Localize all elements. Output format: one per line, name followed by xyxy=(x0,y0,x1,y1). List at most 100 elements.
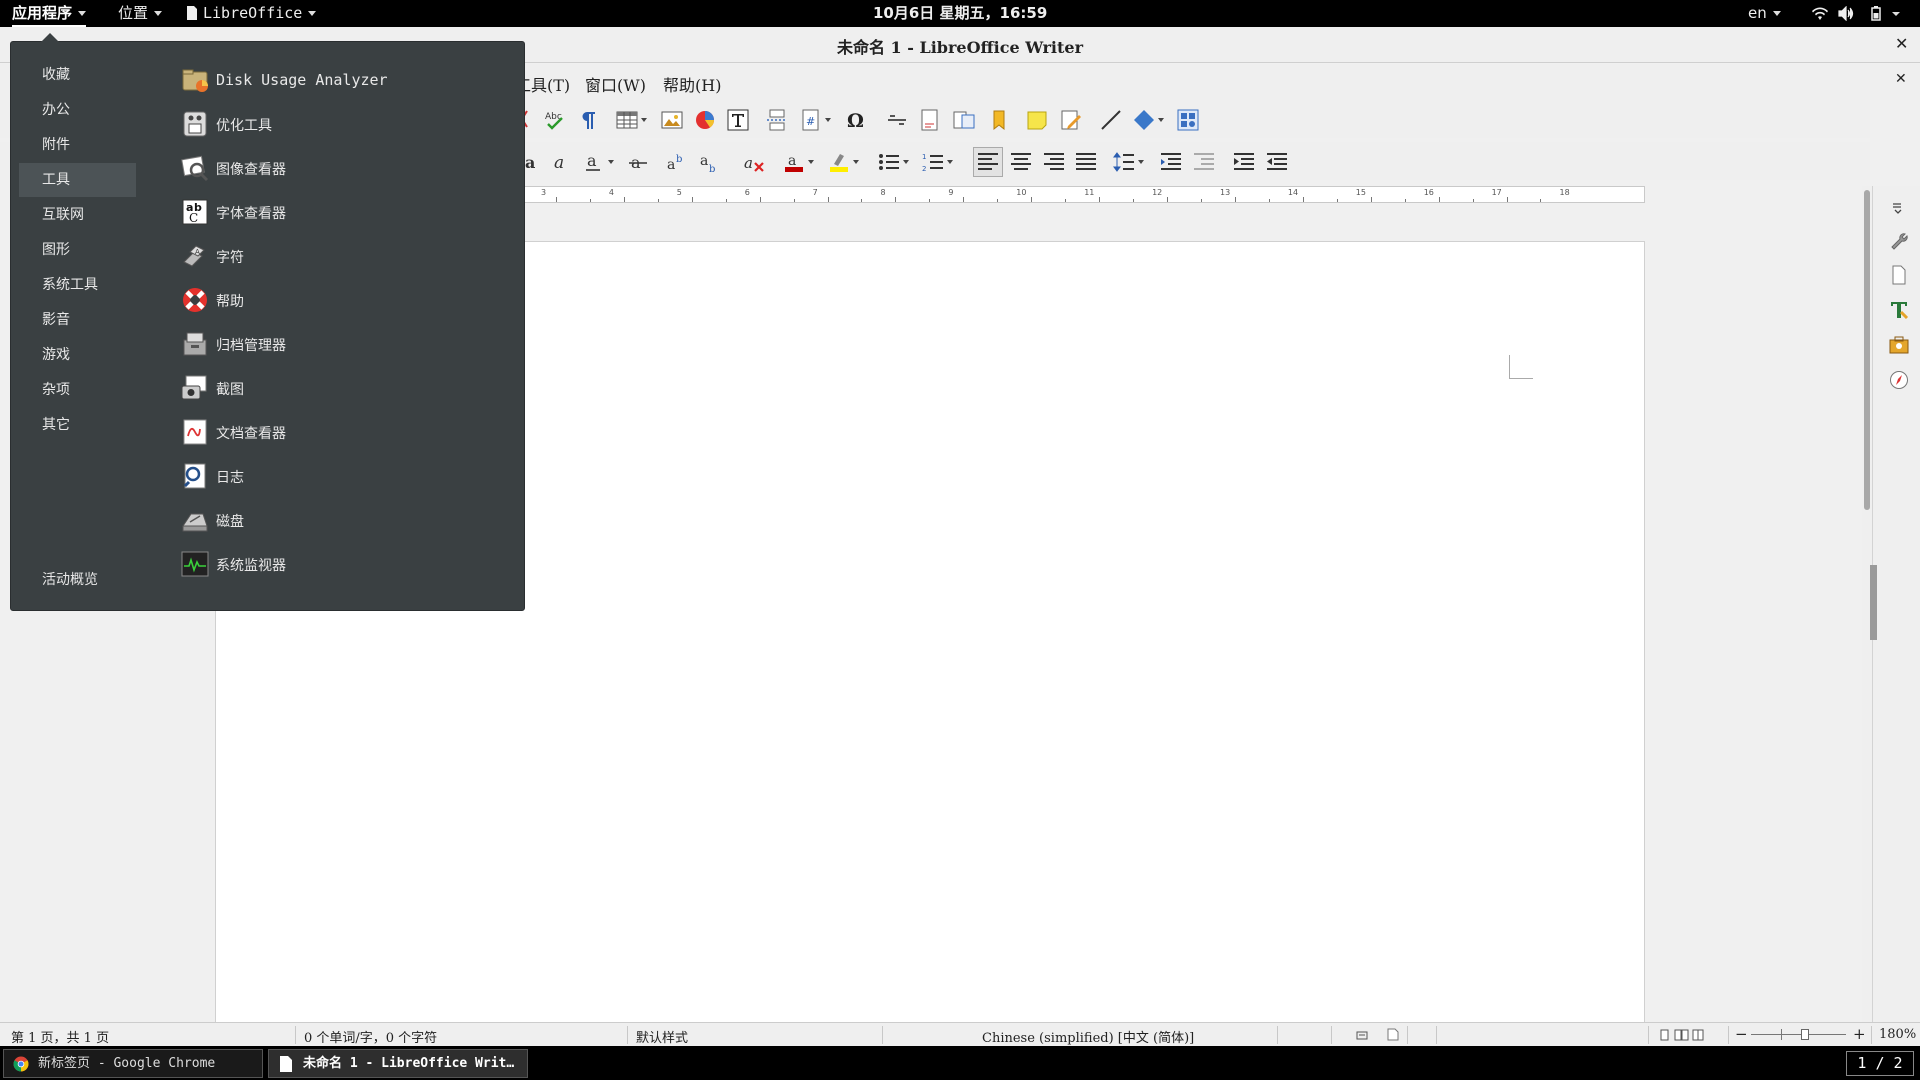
insert-mode-icon[interactable] xyxy=(1356,1029,1368,1041)
insert-field-button[interactable]: # xyxy=(800,109,831,131)
spelling-icon[interactable]: Abc xyxy=(544,109,566,131)
styles-icon[interactable] xyxy=(1889,300,1909,320)
align-left-icon[interactable] xyxy=(973,147,1003,177)
zoom-slider[interactable] xyxy=(1751,1034,1846,1035)
sidebar-menu-icon[interactable] xyxy=(1892,198,1906,218)
justify-icon[interactable] xyxy=(1075,151,1097,173)
chevron-down-icon[interactable] xyxy=(1891,6,1901,21)
category-item[interactable]: 其它 xyxy=(11,408,128,442)
insert-table-button[interactable] xyxy=(616,109,647,131)
app-launcher-item[interactable]: 系统监视器 xyxy=(171,546,511,582)
category-item[interactable]: 影音 xyxy=(11,303,128,337)
strikethrough-icon[interactable]: a xyxy=(627,151,649,173)
app-label: 系统监视器 xyxy=(216,558,286,574)
ordered-list-button[interactable]: 12 xyxy=(922,151,953,173)
highlight-color-button[interactable] xyxy=(828,151,859,173)
zoom-slider-thumb[interactable] xyxy=(1801,1029,1809,1040)
app-launcher-item[interactable]: 文档查看器 xyxy=(171,414,511,450)
app-menu-button[interactable]: LibreOffice xyxy=(186,0,317,27)
line-spacing-button[interactable] xyxy=(1113,151,1144,173)
app-launcher-item[interactable]: Disk Usage Analyzer xyxy=(171,62,511,98)
zoom-out-button[interactable]: − xyxy=(1735,1025,1748,1043)
unordered-list-button[interactable] xyxy=(878,151,909,173)
special-character-omega-icon[interactable]: Ω xyxy=(845,109,867,131)
properties-wrench-icon[interactable] xyxy=(1889,230,1909,250)
toggle-draw-functions-icon[interactable] xyxy=(1177,109,1199,131)
close-document-icon[interactable]: ✕ xyxy=(1895,71,1907,87)
input-language-button[interactable]: en xyxy=(1748,0,1781,27)
insert-footnote-icon[interactable] xyxy=(919,109,941,131)
ruler-tick xyxy=(1302,197,1304,202)
align-center-icon[interactable] xyxy=(1010,151,1032,173)
insert-cross-reference-icon[interactable] xyxy=(953,109,975,131)
insert-line-icon[interactable] xyxy=(1100,109,1122,131)
category-item[interactable]: 游戏 xyxy=(11,338,128,372)
decrease-indent-icon[interactable] xyxy=(1266,151,1288,173)
app-launcher-item[interactable]: 优化工具 xyxy=(171,106,511,142)
close-window-icon[interactable]: ✕ xyxy=(1895,34,1908,53)
workspace-switcher[interactable]: 1 / 2 xyxy=(1846,1051,1914,1076)
navigator-compass-icon[interactable] xyxy=(1889,370,1909,390)
task-libreoffice-writer[interactable]: 未命名 1 - LibreOffice Writ… xyxy=(268,1049,528,1078)
insert-bookmark-icon[interactable] xyxy=(988,109,1010,131)
app-launcher-item[interactable]: 日志 xyxy=(171,458,511,494)
italic-icon[interactable]: a xyxy=(551,151,573,173)
insert-chart-icon[interactable] xyxy=(694,109,716,131)
zoom-in-button[interactable]: + xyxy=(1853,1025,1866,1043)
zoom-percentage[interactable]: 180% xyxy=(1879,1027,1916,1042)
menu-window[interactable]: 窗口(W) xyxy=(585,72,646,96)
activities-overview-item[interactable]: 活动概览 xyxy=(42,569,98,589)
insert-hyperlink-icon[interactable] xyxy=(886,109,908,131)
category-item[interactable]: 杂项 xyxy=(11,373,128,407)
text-language[interactable]: Chinese (simplified) [中文 (简体)] xyxy=(982,1027,1194,1046)
category-item[interactable]: 互联网 xyxy=(11,198,128,232)
scrollbar-thumb[interactable] xyxy=(1864,190,1870,510)
category-item[interactable]: 办公 xyxy=(11,93,128,127)
word-count[interactable]: 0 个单词/字，0 个字符 xyxy=(304,1027,437,1046)
insert-textbox-icon[interactable] xyxy=(727,109,749,131)
volume-icon[interactable] xyxy=(1838,6,1854,21)
document-modified-icon[interactable] xyxy=(1387,1028,1399,1041)
app-launcher-item[interactable]: 图像查看器 xyxy=(171,150,511,186)
category-item[interactable]: 图形 xyxy=(11,233,128,267)
battery-icon[interactable] xyxy=(1868,6,1884,21)
page-style[interactable]: 默认样式 xyxy=(636,1027,688,1046)
task-chrome[interactable]: 新标签页 - Google Chrome xyxy=(3,1049,263,1078)
app-launcher-item[interactable]: 帮助 xyxy=(171,282,511,318)
wifi-icon[interactable] xyxy=(1812,6,1828,21)
sidebar-collapse-handle[interactable] xyxy=(1870,565,1877,640)
menu-help[interactable]: 帮助(H) xyxy=(663,72,721,96)
app-launcher-item[interactable]: A 字符 xyxy=(171,238,511,274)
track-changes-icon[interactable] xyxy=(1060,109,1082,131)
align-right-icon[interactable] xyxy=(1043,151,1065,173)
app-launcher-item[interactable]: 磁盘 xyxy=(171,502,511,538)
increase-paragraph-spacing-icon[interactable] xyxy=(1160,151,1182,173)
font-color-button[interactable]: a xyxy=(783,151,814,173)
view-layout-icon[interactable] xyxy=(1660,1029,1704,1041)
app-launcher-item[interactable]: 归档管理器 xyxy=(171,326,511,362)
places-menu-button[interactable]: 位置 xyxy=(118,0,163,27)
superscript-icon[interactable]: ab xyxy=(666,151,688,173)
increase-indent-icon[interactable] xyxy=(1233,151,1255,173)
clock[interactable]: 10月6日 星期五，16:59 xyxy=(873,0,1047,27)
bold-icon[interactable]: a xyxy=(525,151,537,173)
category-item[interactable]: 附件 xyxy=(11,128,128,162)
app-launcher-item[interactable]: a b C 字体查看器 xyxy=(171,194,511,230)
basic-shapes-button[interactable] xyxy=(1133,109,1164,131)
insert-image-icon[interactable] xyxy=(661,109,683,131)
decrease-paragraph-spacing-icon[interactable] xyxy=(1193,151,1215,173)
subscript-icon[interactable]: ab xyxy=(699,151,721,173)
page-icon[interactable] xyxy=(1889,265,1909,285)
applications-menu-button[interactable]: 应用程序 xyxy=(12,0,87,27)
underline-button[interactable]: a xyxy=(583,151,614,173)
category-item[interactable]: 工具 xyxy=(19,163,136,197)
insert-comment-icon[interactable] xyxy=(1026,109,1048,131)
clear-formatting-icon[interactable]: a xyxy=(743,151,765,173)
gallery-icon[interactable] xyxy=(1889,335,1909,355)
category-item[interactable]: 收藏 xyxy=(11,58,128,92)
app-launcher-item[interactable]: 截图 xyxy=(171,370,511,406)
page-count[interactable]: 第 1 页，共 1 页 xyxy=(11,1027,109,1046)
category-item[interactable]: 系统工具 xyxy=(11,268,128,302)
insert-page-break-icon[interactable] xyxy=(766,109,788,131)
formatting-marks-icon[interactable] xyxy=(577,109,599,131)
